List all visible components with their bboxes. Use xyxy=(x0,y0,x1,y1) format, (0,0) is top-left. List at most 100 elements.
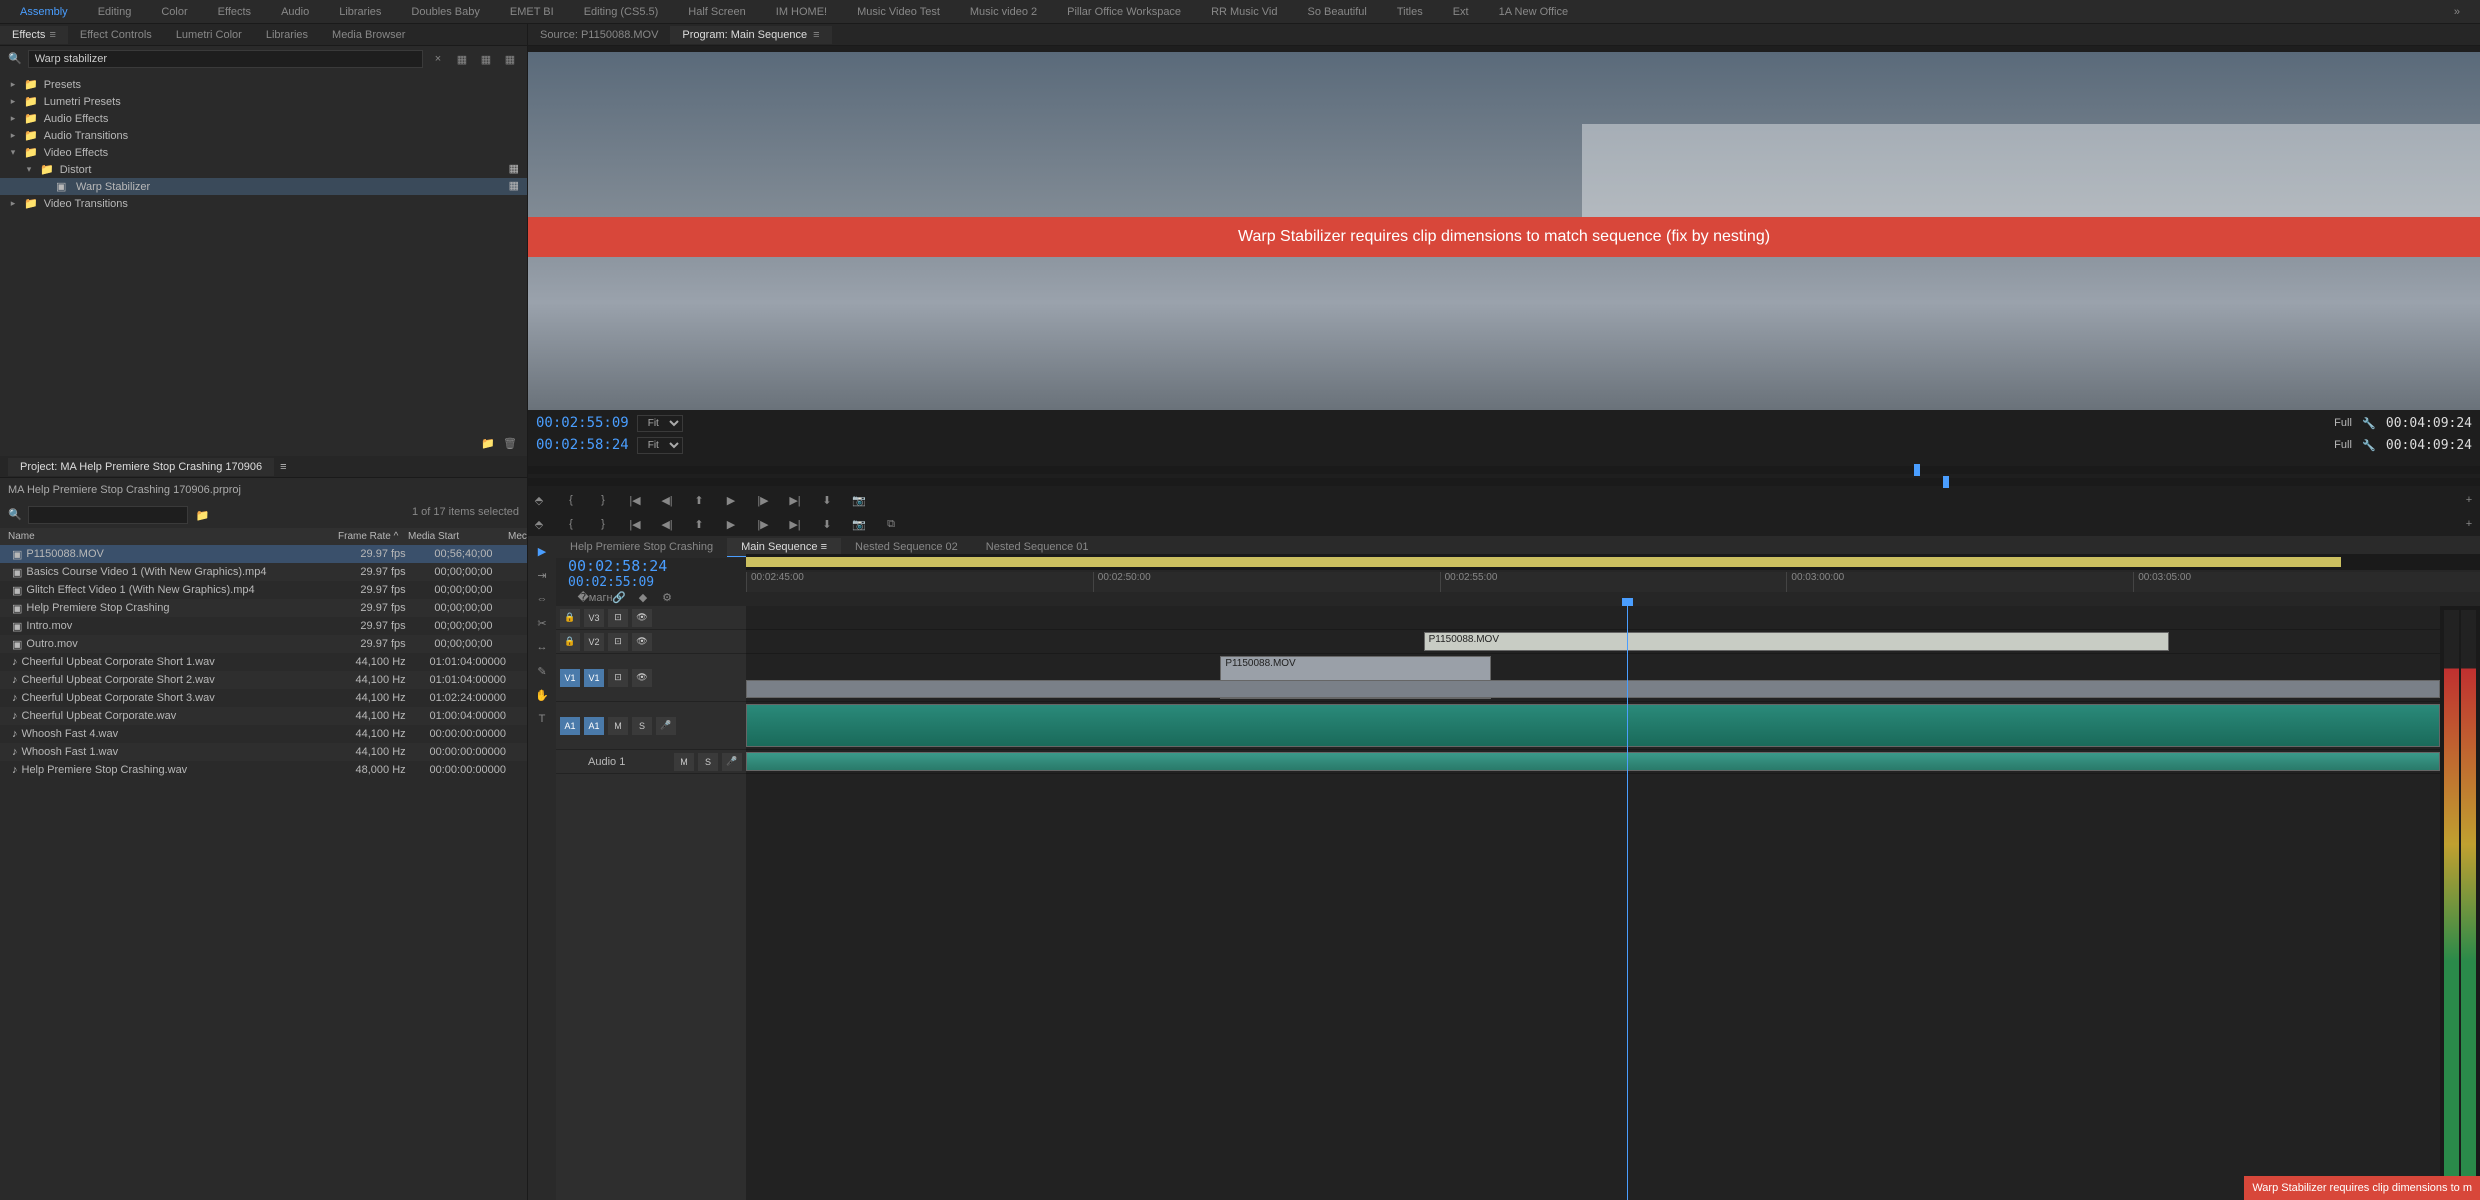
workspace-pillar[interactable]: Pillar Office Workspace xyxy=(1067,6,1181,18)
project-row[interactable]: ♪ Cheerful Upbeat Corporate Short 2.wav … xyxy=(0,671,527,689)
export-frame-icon[interactable]: 📷 xyxy=(848,490,870,510)
clip-audio[interactable] xyxy=(746,704,2440,747)
playhead-icon[interactable] xyxy=(1914,464,1920,476)
workspace-color[interactable]: Color xyxy=(161,6,187,18)
solo-icon[interactable]: S xyxy=(632,717,652,735)
track-target[interactable]: V1 xyxy=(584,669,604,687)
project-row[interactable]: ▣ Basics Course Video 1 (With New Graphi… xyxy=(0,563,527,581)
new-bin-icon[interactable]: 📁 xyxy=(479,434,497,452)
timeline-overview[interactable] xyxy=(746,554,2480,570)
step-fwd-icon[interactable]: |▶ xyxy=(752,490,774,510)
slip-tool-icon[interactable]: ↔ xyxy=(533,638,551,656)
track-head-v3[interactable]: 🔒V3⊡👁 xyxy=(556,606,746,630)
project-row[interactable]: ▣ P1150088.MOV 29.97 fps 00;56;40;00 0 xyxy=(0,545,527,563)
tree-video-effects[interactable]: ▾📁Video Effects xyxy=(0,144,527,161)
workspace-home[interactable]: IM HOME! xyxy=(776,6,827,18)
tree-presets[interactable]: ▸📁Presets xyxy=(0,76,527,93)
tab-source[interactable]: Source: P1150088.MOV xyxy=(528,26,670,44)
source-scrubber[interactable] xyxy=(528,466,2480,474)
tree-audio-transitions[interactable]: ▸📁Audio Transitions xyxy=(0,127,527,144)
source-patch[interactable]: A1 xyxy=(560,717,580,735)
col-mediastart[interactable]: Media Start xyxy=(408,531,508,542)
track-head-audio1[interactable]: Audio 1MS🎤 xyxy=(556,750,746,774)
insert-icon[interactable]: ⬆ xyxy=(688,490,710,510)
workspace-doubles[interactable]: Doubles Baby xyxy=(411,6,480,18)
lane-audio1[interactable] xyxy=(746,750,2440,774)
voice-icon[interactable]: 🎤 xyxy=(722,753,742,771)
workspace-cs55[interactable]: Editing (CS5.5) xyxy=(584,6,659,18)
tl-tab-help[interactable]: Help Premiere Stop Crashing xyxy=(556,538,727,556)
step-back-icon[interactable]: ◀| xyxy=(656,490,678,510)
pen-tool-icon[interactable]: ✎ xyxy=(533,662,551,680)
track-head-v1[interactable]: V1V1⊡👁 xyxy=(556,654,746,702)
sync-lock-icon[interactable]: ⊡ xyxy=(608,609,628,627)
workspace-mvt[interactable]: Music Video Test xyxy=(857,6,940,18)
play-icon[interactable]: ▶ xyxy=(720,514,742,534)
project-row[interactable]: ♪ Whoosh Fast 1.wav 44,100 Hz 00:00:00:0… xyxy=(0,743,527,761)
panel-menu-icon[interactable]: ≡ xyxy=(813,29,819,41)
clear-search-icon[interactable]: × xyxy=(429,50,447,68)
panel-menu-icon[interactable]: ≡ xyxy=(280,461,286,473)
mark-in-icon[interactable]: ⬘ xyxy=(528,514,550,534)
lane-v1[interactable]: P1150088.MOV xyxy=(746,654,2440,702)
project-row[interactable]: ♪ Cheerful Upbeat Corporate.wav 44,100 H… xyxy=(0,707,527,725)
mark-out-icon[interactable]: { xyxy=(560,514,582,534)
track-lanes[interactable]: P1150088.MOV P1150088.MOV xyxy=(746,606,2440,1200)
tab-program[interactable]: Program: Main Sequence≡ xyxy=(670,26,831,44)
go-to-out-icon[interactable]: ▶| xyxy=(784,490,806,510)
selection-tool-icon[interactable]: ▶ xyxy=(533,542,551,560)
playhead-icon[interactable] xyxy=(1943,476,1949,488)
lane-v3[interactable] xyxy=(746,606,2440,630)
preset-icon-1[interactable]: ▦ xyxy=(453,50,471,68)
lane-a1[interactable] xyxy=(746,702,2440,750)
workspace-titles[interactable]: Titles xyxy=(1397,6,1423,18)
track-head-v2[interactable]: 🔒V2⊡👁 xyxy=(556,630,746,654)
project-row[interactable]: ♪ Whoosh Fast 4.wav 44,100 Hz 00:00:00:0… xyxy=(0,725,527,743)
workspace-mv2[interactable]: Music video 2 xyxy=(970,6,1037,18)
step-fwd-icon[interactable]: |▶ xyxy=(752,514,774,534)
sync-lock-icon[interactable]: ⊡ xyxy=(608,669,628,687)
mark-clip-icon[interactable]: } xyxy=(592,514,614,534)
clip-base[interactable] xyxy=(746,680,2440,698)
ripple-edit-tool-icon[interactable]: ⇔ xyxy=(533,590,551,608)
toggle-output-icon[interactable]: 👁 xyxy=(632,633,652,651)
mute-icon[interactable]: M xyxy=(674,753,694,771)
project-row[interactable]: ▣ Outro.mov 29.97 fps 00;00;00;00 0 xyxy=(0,635,527,653)
workspace-editing[interactable]: Editing xyxy=(98,6,132,18)
snap-icon[interactable]: �магн xyxy=(586,588,604,606)
workspace-emet[interactable]: EMET BI xyxy=(510,6,554,18)
workspace-assembly[interactable]: Assembly xyxy=(20,6,68,18)
project-row[interactable]: ▣ Glitch Effect Video 1 (With New Graphi… xyxy=(0,581,527,599)
sync-lock-icon[interactable]: ⊡ xyxy=(608,633,628,651)
workspace-effects[interactable]: Effects xyxy=(218,6,251,18)
clip-v2[interactable]: P1150088.MOV xyxy=(1424,632,2169,651)
add-button-icon[interactable]: + xyxy=(2458,514,2480,534)
timeline-playhead[interactable] xyxy=(1627,606,1628,1200)
comparison-icon[interactable]: ⧉ xyxy=(880,514,902,534)
tab-lumetri[interactable]: Lumetri Color xyxy=(164,26,254,44)
linked-selection-icon[interactable]: 🔗 xyxy=(610,588,628,606)
bin-icon[interactable]: 📁 xyxy=(194,506,212,524)
workspace-libraries[interactable]: Libraries xyxy=(339,6,381,18)
tree-distort[interactable]: ▾📁Distort▦ xyxy=(0,161,527,178)
delete-icon[interactable]: 🗑 xyxy=(501,434,519,452)
panel-menu-icon[interactable]: ≡ xyxy=(821,541,827,553)
lock-icon[interactable]: 🔒 xyxy=(560,633,580,651)
tab-libraries[interactable]: Libraries xyxy=(254,26,320,44)
timeline-timecode[interactable]: 00:02:58:24 xyxy=(556,557,716,575)
col-name[interactable]: Name xyxy=(8,531,338,542)
add-button-icon[interactable]: + xyxy=(2458,490,2480,510)
track-select-tool-icon[interactable]: ⇥ xyxy=(533,566,551,584)
go-to-in-icon[interactable]: |◀ xyxy=(624,490,646,510)
tree-lumetri-presets[interactable]: ▸📁Lumetri Presets xyxy=(0,93,527,110)
export-frame-icon[interactable]: 📷 xyxy=(848,514,870,534)
extract-icon[interactable]: ⬇ xyxy=(816,514,838,534)
track-target[interactable]: A1 xyxy=(584,717,604,735)
tree-video-transitions[interactable]: ▸📁Video Transitions xyxy=(0,195,527,212)
source-patch[interactable]: V1 xyxy=(560,669,580,687)
workspace-beautiful[interactable]: So Beautiful xyxy=(1308,6,1367,18)
project-row[interactable]: ♪ Help Premiere Stop Crashing.wav 48,000… xyxy=(0,761,527,779)
timeline-ruler[interactable]: 00:02:45:00 00:02:50:00 00:02:55:00 00:0… xyxy=(746,572,2480,592)
project-row[interactable]: ▣ Help Premiere Stop Crashing 29.97 fps … xyxy=(0,599,527,617)
hand-tool-icon[interactable]: ✋ xyxy=(533,686,551,704)
